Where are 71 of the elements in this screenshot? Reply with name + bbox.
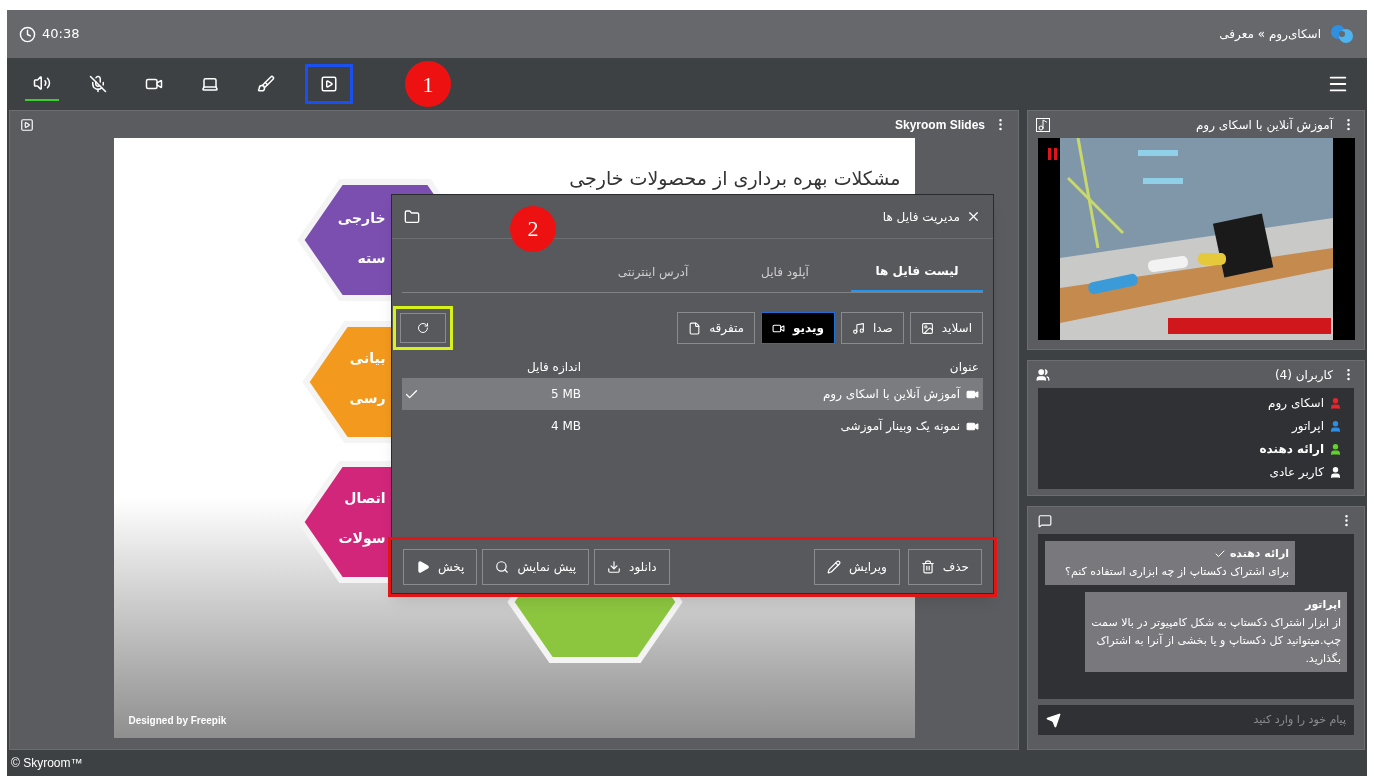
panel-title: کاربران (4) [1274, 366, 1333, 384]
step-badge: 2 [510, 205, 556, 252]
users-icon [1036, 367, 1050, 382]
play-icon [416, 560, 430, 574]
copyright: © Skyroom™ [11, 755, 83, 772]
file-title: آموزش آنلاین با اسکای روم [822, 385, 960, 403]
message-sender: ارائه دهنده [1229, 546, 1289, 562]
column-header: اندازه فایل [526, 359, 581, 376]
tab[interactable]: آپلود فایل [719, 252, 851, 292]
check-icon [1213, 548, 1226, 560]
pencil-icon [827, 560, 842, 574]
chat-icon [1038, 513, 1052, 528]
filter-button[interactable]: ویدیو [761, 312, 835, 344]
music-note-icon [1036, 117, 1050, 132]
action-button[interactable]: پیش نمایش [482, 549, 590, 585]
logo-icon [1329, 22, 1355, 46]
toolbar-button[interactable] [305, 64, 353, 104]
file-size: 4 MB [550, 418, 581, 435]
file-size: 5 MB [550, 386, 581, 403]
folder-icon[interactable] [404, 208, 420, 225]
trash-icon [920, 560, 935, 574]
panel-title: آموزش آنلاین با اسکای روم [1195, 116, 1333, 134]
brush-icon [257, 75, 275, 93]
speaker-icon [33, 74, 51, 92]
user-name[interactable]: کاربر عادی [1269, 463, 1324, 481]
column-header: عنوان [948, 359, 980, 376]
action-button[interactable]: ویرایش [814, 549, 900, 585]
message-text: از ابزار اشتراک دکستاپ به شکل کامپیوتر در بالا سمت چپ.میتوانید کل دکستاپ و یا بخشی از آنرا به اشتراک بگذارید. [1091, 615, 1341, 667]
hexagon-label: خارجی [337, 209, 386, 228]
dialog-title: مدیریت فایل ها [882, 208, 960, 226]
slide-credit: Designed by Freepik [128, 714, 227, 728]
refresh-icon [417, 322, 429, 334]
hexagon-label: رسی [349, 389, 386, 408]
clock-icon [19, 25, 36, 43]
hexagon-label: بیانی [349, 349, 386, 368]
hexagon-label: اتصال [344, 489, 386, 508]
hexagon-label: سولات [338, 529, 386, 549]
panel-title: Skyroom Slides [894, 116, 985, 134]
tab[interactable]: لیست فایل ها [851, 252, 983, 292]
filter-button[interactable]: متفرقه [677, 312, 756, 344]
slides-icon [20, 117, 34, 132]
action-button[interactable]: دانلود [594, 549, 670, 585]
user-name[interactable]: اپراتور [1292, 417, 1324, 435]
user-name[interactable]: ارائه دهنده [1259, 440, 1324, 458]
user-name[interactable]: اسکای روم [1268, 394, 1324, 412]
search-icon [495, 560, 510, 574]
slide-title: مشکلات بهره برداری از محصولات خارجی [569, 166, 901, 192]
filter-button[interactable]: اسلاید [909, 312, 983, 344]
message-text: برای اشتراک دکستاپ از چه ابزاری استفاده کنم؟ [1064, 564, 1289, 580]
message-input[interactable]: پیام خود را وارد کنید [1038, 705, 1354, 735]
muted-microphone-icon [89, 75, 107, 93]
send-icon[interactable] [1046, 712, 1061, 728]
tab[interactable]: آدرس اینترنتی [587, 252, 719, 292]
breadcrumb: اسکای‌روم » معرفی [1219, 26, 1321, 43]
laptop-icon [201, 75, 219, 93]
download-icon [607, 560, 622, 574]
refresh-button[interactable] [400, 313, 446, 343]
step-badge: 1 [405, 61, 451, 107]
document-icon [688, 321, 702, 335]
close-icon[interactable] [966, 209, 981, 224]
file-title: نمونه یک وبینار آموزشی [840, 417, 960, 435]
slides-icon [320, 75, 338, 93]
action-button[interactable]: حذف [907, 549, 982, 585]
message-sender: اپراتور [1305, 597, 1341, 613]
action-button[interactable]: پخش [403, 549, 478, 585]
filter-button[interactable]: صدا [841, 312, 904, 344]
message-field[interactable]: پیام خود را وارد کنید [1061, 711, 1346, 729]
music-note-icon [852, 321, 865, 335]
image-icon [920, 321, 934, 335]
hexagon-label: سته [357, 249, 386, 268]
session-timer: 40:38 [42, 25, 80, 44]
